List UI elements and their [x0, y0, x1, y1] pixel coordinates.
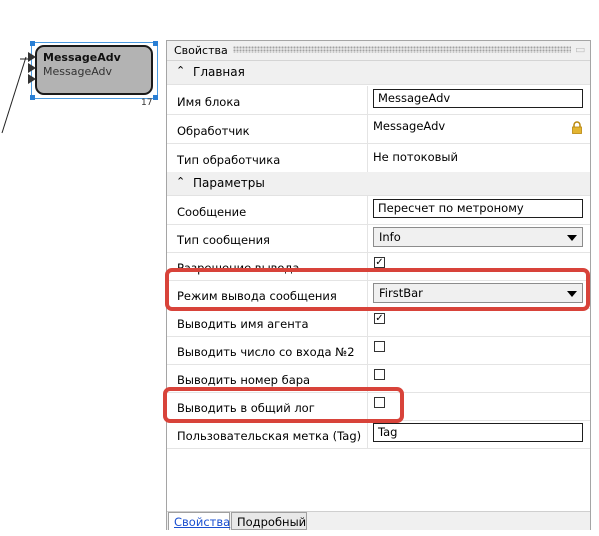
selection-handle[interactable]: [153, 95, 158, 100]
block-title: MessageAdv: [43, 51, 121, 64]
category-label: Параметры: [193, 176, 265, 190]
handler-type-value: Не потоковый: [373, 150, 458, 164]
input2-number-checkbox[interactable]: [374, 341, 385, 352]
chevron-up-icon[interactable]: ⌃: [176, 64, 185, 77]
selection-handle[interactable]: [153, 41, 158, 46]
selection-handle[interactable]: [30, 95, 35, 100]
row-label: Имя блока: [167, 86, 368, 114]
category-main[interactable]: ⌃ Главная: [167, 61, 590, 85]
input-port[interactable]: [28, 52, 36, 62]
agent-name-checkbox[interactable]: ✓: [374, 313, 385, 324]
user-tag-input[interactable]: Tag: [373, 423, 583, 442]
row-block-name: Имя блока MessageAdv: [167, 86, 590, 115]
row-label: Пользовательская метка (Tag): [167, 420, 368, 448]
dropdown-arrow-icon[interactable]: [567, 235, 577, 241]
output-enabled-checkbox[interactable]: ✓: [374, 257, 385, 268]
row-label: Обработчик: [167, 115, 368, 143]
select-value: Info: [379, 230, 401, 244]
panel-titlebar[interactable]: Свойства ▭: [167, 41, 590, 61]
tab-properties[interactable]: Свойства: [168, 512, 230, 530]
selection-handle[interactable]: [30, 41, 35, 46]
panel-title: Свойства: [174, 44, 228, 57]
bar-number-checkbox[interactable]: [374, 369, 385, 380]
highlight-output-mode: [165, 268, 590, 311]
row-message: Сообщение Пересчет по метроному: [167, 196, 590, 225]
block-subtitle: MessageAdv: [43, 65, 113, 78]
connection-line: [1, 56, 30, 134]
highlight-common-log: [163, 387, 404, 423]
row-handler: Обработчик MessageAdv: [167, 115, 590, 144]
drag-grip[interactable]: [233, 46, 571, 53]
input-port[interactable]: [28, 63, 36, 73]
message-input[interactable]: Пересчет по метроному: [373, 199, 583, 218]
row-message-type: Тип сообщения Info: [167, 224, 590, 253]
row-label: Тип обработчика: [167, 144, 368, 172]
input-port[interactable]: [28, 74, 36, 84]
row-handler-type: Тип обработчика Не потоковый: [167, 144, 590, 173]
lock-icon: [572, 121, 582, 134]
close-icon[interactable]: ▭: [575, 43, 587, 56]
row-input2-number: Выводить число со входа №2: [167, 336, 590, 365]
row-label: Выводить имя агента: [167, 308, 368, 336]
row-agent-name: Выводить имя агента ✓: [167, 308, 590, 337]
block-name-input[interactable]: MessageAdv: [373, 89, 583, 108]
tab-detailed[interactable]: Подробный: [231, 512, 307, 530]
message-type-select[interactable]: Info: [373, 227, 583, 247]
row-label: Сообщение: [167, 196, 368, 224]
handler-value: MessageAdv: [373, 119, 446, 133]
row-user-tag: Пользовательская метка (Tag) Tag: [167, 420, 590, 449]
row-label: Выводить число со входа №2: [167, 336, 368, 364]
chevron-up-icon[interactable]: ⌃: [176, 175, 185, 188]
block-number: 17: [141, 98, 153, 108]
panel-tabs: Свойства Подробный: [167, 511, 590, 530]
row-label: Тип сообщения: [167, 224, 368, 252]
category-params[interactable]: ⌃ Параметры: [167, 172, 590, 196]
category-label: Главная: [193, 65, 245, 79]
